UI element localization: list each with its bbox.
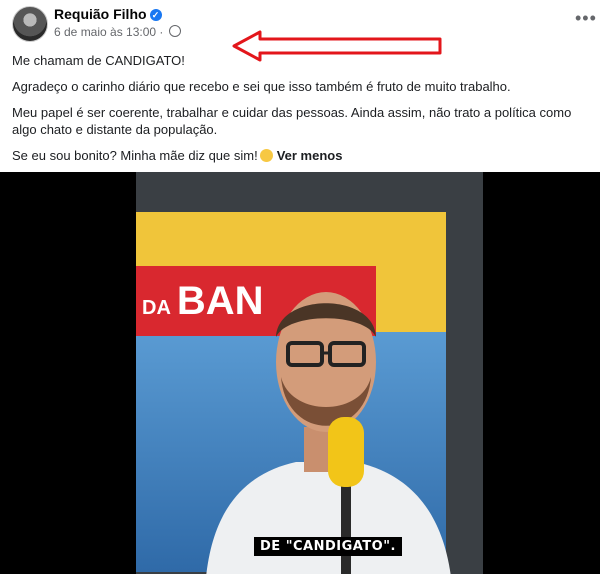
more-options-icon[interactable]: ••• (575, 8, 597, 29)
post-line-2: Agradeço o carinho diário que recebo e s… (12, 79, 511, 94)
meta-separator: · (159, 25, 164, 39)
video-caption: DE "CANDIGATO". (254, 537, 402, 556)
see-less-link[interactable]: Ver menos (277, 148, 343, 163)
post-line-4-text: Se eu sou bonito? Minha mãe diz que sim! (12, 148, 258, 163)
banner-prefix: DA (142, 297, 171, 319)
verified-badge-icon: ✓ (149, 9, 162, 21)
post-timestamp[interactable]: 6 de maio às 13:00 (54, 25, 156, 39)
post-line-4: Se eu sou bonito? Minha mãe diz que sim!… (12, 147, 592, 164)
speaker-shirt (206, 462, 451, 574)
post-text: Me chamam de CANDIGATO! Agradeço o carin… (12, 52, 592, 173)
smile-emoji-icon (259, 149, 273, 162)
post-meta: 6 de maio às 13:00 · (54, 25, 181, 39)
video-player[interactable]: DA BAN DE "CANDIGATO". (0, 172, 600, 574)
author-name-text[interactable]: Requião Filho (54, 6, 147, 22)
microphone (328, 417, 364, 487)
author-avatar[interactable] (12, 6, 48, 42)
microphone-stand (341, 482, 351, 574)
post-line-3: Meu papel é ser coerente, trabalhar e cu… (12, 105, 572, 137)
speaker-figure (206, 292, 451, 574)
video-frame: DA BAN DE "CANDIGATO". (136, 172, 483, 574)
globe-icon (168, 25, 181, 37)
author-name[interactable]: Requião Filho ✓ (54, 6, 162, 22)
post-line-1: Me chamam de CANDIGATO! (12, 53, 185, 68)
